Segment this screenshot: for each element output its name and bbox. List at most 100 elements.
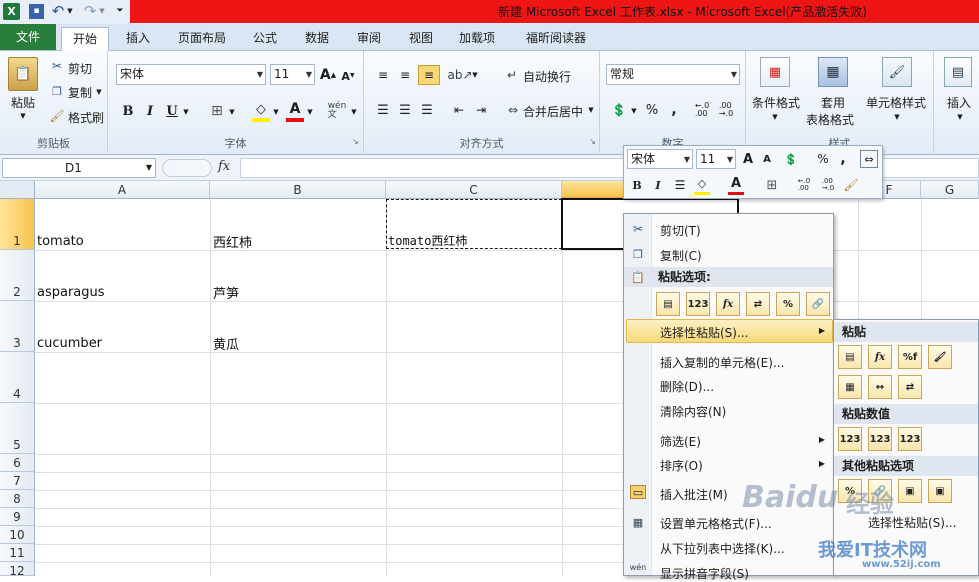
- align-bottom-icon[interactable]: ≡: [418, 65, 440, 85]
- cell-styles-button[interactable]: 单元格样式: [866, 94, 926, 111]
- submenu-formulas-number-icon[interactable]: %f: [898, 345, 922, 369]
- format-painter-button[interactable]: 格式刷: [68, 109, 104, 126]
- paste-option-formatting-icon[interactable]: %: [776, 292, 800, 316]
- mini-decrease-decimal-icon[interactable]: .00 →.0: [818, 176, 838, 194]
- row-header-10[interactable]: 10: [0, 526, 35, 544]
- align-center-icon[interactable]: ☰: [396, 101, 414, 119]
- tab-file[interactable]: 文件: [0, 24, 56, 50]
- submenu-linked-picture-icon[interactable]: ▣: [928, 479, 952, 503]
- insert-cells-dropdown-icon[interactable]: ▼: [956, 112, 964, 122]
- mini-format-painter-icon[interactable]: 🖌: [842, 176, 860, 194]
- wrap-text-icon[interactable]: ↵: [504, 66, 520, 84]
- mini-center-icon[interactable]: ☰: [672, 176, 688, 194]
- row-header-2[interactable]: 2: [0, 250, 35, 301]
- mini-merge-icon[interactable]: ⇔: [860, 150, 878, 168]
- cell-styles-icon[interactable]: 🖌: [882, 57, 912, 87]
- grow-font-icon[interactable]: A ▲: [320, 66, 336, 84]
- name-box-dropdown-icon[interactable]: ▼: [146, 163, 152, 172]
- row-header-3[interactable]: 3: [0, 301, 35, 352]
- select-all-corner[interactable]: [0, 181, 35, 199]
- conditional-formatting-button[interactable]: 条件格式: [752, 94, 800, 111]
- tab-view[interactable]: 视图: [401, 27, 441, 50]
- menu-item-paste-special[interactable]: 选择性粘贴(S)...: [660, 324, 748, 341]
- tab-home[interactable]: 开始: [61, 27, 109, 52]
- menu-item-format-cells[interactable]: 设置单元格格式(F)...: [660, 515, 772, 532]
- shrink-font-icon[interactable]: A ▼: [340, 68, 356, 84]
- column-header-a[interactable]: A: [35, 181, 210, 199]
- cell-b2[interactable]: 芦笋: [213, 283, 239, 302]
- percent-style-icon[interactable]: %: [644, 101, 660, 119]
- redo-icon[interactable]: ↷: [82, 3, 98, 20]
- cut-button[interactable]: 剪切: [68, 60, 92, 77]
- menu-item-insert-comment[interactable]: 插入批注(M): [660, 486, 728, 503]
- tab-insert[interactable]: 插入: [118, 27, 158, 50]
- mini-bold-icon[interactable]: B: [629, 176, 645, 194]
- paste-dropdown-icon[interactable]: ▼: [18, 111, 28, 121]
- decrease-decimal-icon[interactable]: .00 →.0: [716, 101, 736, 119]
- format-as-table-line2[interactable]: 表格格式: [806, 111, 854, 128]
- font-color-dropdown-icon[interactable]: ▼: [306, 107, 314, 117]
- comma-style-icon[interactable]: ,: [668, 101, 680, 119]
- submenu-transpose-icon[interactable]: ⇄: [898, 375, 922, 399]
- tab-data[interactable]: 数据: [297, 27, 337, 50]
- submenu-formulas-icon[interactable]: fx: [868, 345, 892, 369]
- name-box[interactable]: D1 ▼: [2, 158, 156, 178]
- mini-increase-decimal-icon[interactable]: ←.0.00: [794, 176, 814, 194]
- submenu-keep-width-icon[interactable]: ↔: [868, 375, 892, 399]
- tab-foxit-reader[interactable]: 福昕阅读器: [518, 27, 594, 50]
- cell-a3[interactable]: cucumber: [37, 336, 102, 351]
- tab-addins[interactable]: 加载项: [452, 27, 502, 50]
- tab-review[interactable]: 审阅: [349, 27, 389, 50]
- menu-item-delete[interactable]: 删除(D)...: [660, 378, 714, 395]
- cell-styles-dropdown-icon[interactable]: ▼: [893, 112, 901, 122]
- font-name-combo[interactable]: 宋体 ▼: [116, 64, 266, 85]
- submenu-keep-source-icon[interactable]: 🖌: [928, 345, 952, 369]
- menu-item-cut[interactable]: 剪切(T): [660, 222, 701, 239]
- menu-item-phonetic[interactable]: 显示拼音字段(S): [660, 565, 749, 582]
- mini-shrink-font-icon[interactable]: A: [760, 152, 774, 168]
- mini-fill-color-icon[interactable]: ◇: [694, 175, 710, 195]
- number-format-combo[interactable]: 常规 ▼: [606, 64, 740, 85]
- cell-a2[interactable]: asparagus: [37, 285, 105, 300]
- mini-accounting-icon[interactable]: 💲: [782, 150, 800, 168]
- menu-item-pick-list[interactable]: 从下拉列表中选择(K)...: [660, 540, 785, 557]
- orientation-dropdown-icon[interactable]: ▼: [471, 70, 479, 80]
- copy-icon[interactable]: ❐: [50, 84, 64, 98]
- align-middle-icon[interactable]: ≡: [396, 67, 414, 83]
- align-top-icon[interactable]: ≡: [374, 67, 392, 83]
- orientation-icon[interactable]: ab↗: [447, 66, 472, 84]
- cut-icon[interactable]: ✂: [50, 59, 64, 73]
- increase-decimal-icon[interactable]: ←.0.00: [692, 101, 712, 119]
- row-header-11[interactable]: 11: [0, 544, 35, 562]
- align-right-icon[interactable]: ☰: [418, 101, 436, 119]
- menu-item-copy[interactable]: 复制(C): [660, 247, 702, 264]
- fill-color-icon[interactable]: ◇: [252, 100, 270, 122]
- row-header-12[interactable]: 12: [0, 562, 35, 578]
- conditional-formatting-icon[interactable]: ▦: [760, 57, 790, 87]
- mini-comma-icon[interactable]: ,: [838, 150, 848, 168]
- tab-formulas[interactable]: 公式: [245, 27, 285, 50]
- tab-page-layout[interactable]: 页面布局: [170, 27, 234, 50]
- conditional-dropdown-icon[interactable]: ▼: [771, 112, 779, 122]
- cell-a1[interactable]: tomato: [37, 234, 84, 249]
- paste-option-link-icon[interactable]: 🔗: [806, 292, 830, 316]
- undo-icon[interactable]: ↶: [50, 3, 66, 20]
- row-header-6[interactable]: 6: [0, 454, 35, 472]
- mini-border-icon[interactable]: ⊞: [764, 176, 780, 194]
- decrease-indent-icon[interactable]: ⇤: [450, 101, 468, 119]
- cell-b1[interactable]: 西红柿: [213, 232, 252, 251]
- submenu-paste-icon[interactable]: ▤: [838, 345, 862, 369]
- paste-option-values-icon[interactable]: 123: [686, 292, 710, 316]
- paste-button[interactable]: 粘贴: [11, 94, 35, 111]
- format-as-table-line1[interactable]: 套用: [821, 94, 845, 111]
- paste-icon[interactable]: 📋: [8, 57, 38, 91]
- accounting-dropdown-icon[interactable]: ▼: [630, 106, 638, 116]
- cell-b3[interactable]: 黄瓜: [213, 334, 239, 353]
- phonetic-dropdown-icon[interactable]: ▼: [350, 107, 358, 117]
- border-icon[interactable]: ⊞: [208, 102, 226, 120]
- wrap-text-button[interactable]: 自动换行: [523, 68, 571, 85]
- row-header-4[interactable]: 4: [0, 352, 35, 403]
- copy-button[interactable]: 复制: [68, 84, 92, 101]
- underline-icon[interactable]: U: [164, 102, 180, 120]
- submenu-no-borders-icon[interactable]: ▦: [838, 375, 862, 399]
